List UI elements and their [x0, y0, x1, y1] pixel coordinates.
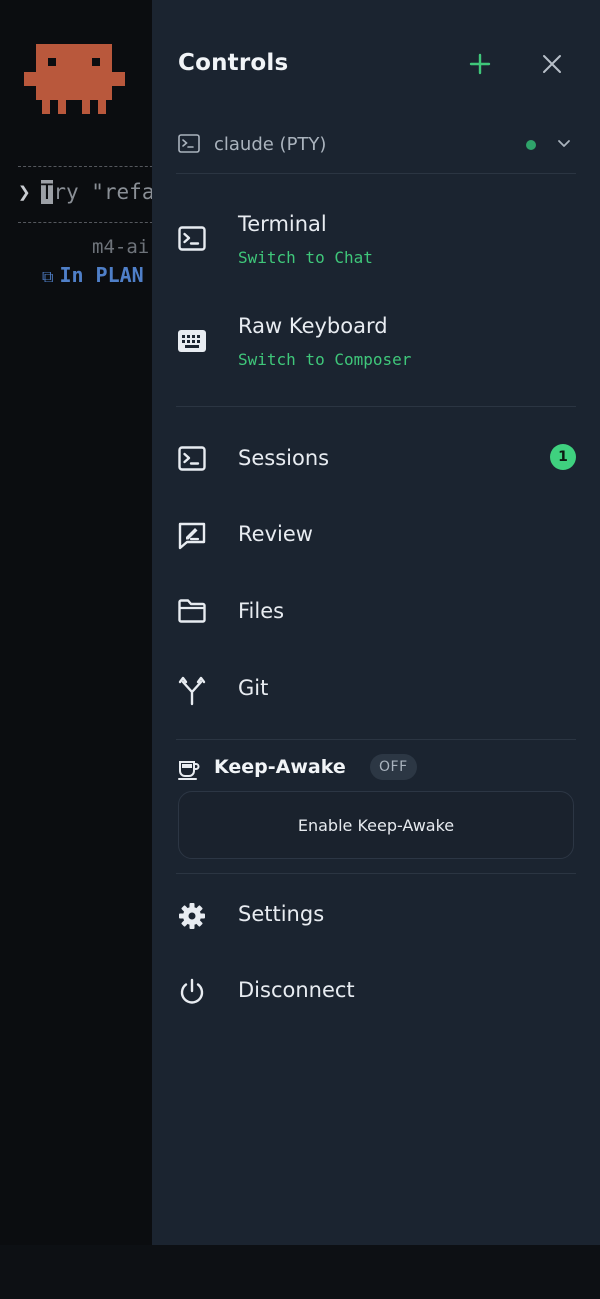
power-icon	[180, 978, 204, 1004]
mode-title: Terminal	[238, 212, 327, 236]
nav-label: Files	[238, 599, 285, 623]
drawer-title: Controls	[178, 50, 289, 76]
divider	[176, 873, 576, 874]
terminal-cursor: T	[40, 180, 54, 204]
close-button[interactable]	[536, 48, 568, 80]
nav-label: Disconnect	[238, 978, 355, 1002]
keep-awake-title: Keep-Awake	[214, 756, 346, 778]
gear-icon	[179, 903, 205, 929]
mode-subtitle: Switch to Chat	[238, 248, 373, 267]
keyboard-icon	[178, 330, 206, 352]
mascot-icon	[24, 44, 125, 114]
divider	[176, 406, 576, 407]
mode-terminal[interactable]: Terminal Switch to Chat	[178, 212, 574, 272]
prompt-chevron: ❯	[18, 180, 31, 204]
terminal-mode-indicator: ⧉ In PLAN	[42, 263, 144, 287]
nav-label: Sessions	[238, 446, 330, 470]
terminal-prompt: ❯ Try "refa	[18, 180, 152, 204]
plus-icon	[469, 53, 491, 75]
coffee-cup-icon	[178, 761, 200, 780]
bottom-bar	[0, 1245, 600, 1299]
terminal-mode-text: In PLAN	[59, 263, 144, 287]
divider	[176, 739, 576, 740]
add-session-button[interactable]	[464, 48, 496, 80]
terminal-icon	[178, 226, 206, 251]
session-name: claude (PTY)	[214, 134, 327, 155]
divider	[176, 173, 576, 174]
nav-files[interactable]: Files	[178, 593, 574, 633]
nav-git[interactable]: Git	[178, 670, 574, 710]
close-icon	[543, 55, 561, 73]
nav-settings[interactable]: Settings	[178, 896, 574, 936]
chevron-down-icon	[558, 140, 570, 147]
keep-awake-status-badge: OFF	[370, 754, 417, 780]
session-selector[interactable]: claude (PTY)	[178, 128, 574, 162]
terminal-icon	[178, 134, 200, 153]
keep-awake-header: Keep-Awake OFF	[178, 754, 574, 786]
terminal-divider	[18, 166, 152, 167]
git-branch-icon	[178, 676, 206, 706]
terminal-background: ❯ Try "refa m4-ai ⧉ In PLAN	[0, 0, 152, 1245]
nav-review[interactable]: Review	[178, 516, 574, 556]
sessions-count-badge: 1	[550, 444, 576, 470]
nav-label: Settings	[238, 902, 325, 926]
review-icon	[178, 522, 206, 550]
nav-label: Review	[238, 522, 313, 546]
nav-disconnect[interactable]: Disconnect	[178, 972, 574, 1012]
nav-label: Git	[238, 676, 269, 700]
copy-icon: ⧉	[42, 267, 54, 286]
folder-icon	[178, 599, 206, 623]
terminal-divider	[18, 222, 152, 223]
terminal-icon	[178, 446, 206, 471]
prompt-text: ry "refa	[53, 180, 152, 204]
enable-keep-awake-button[interactable]: Enable Keep-Awake	[178, 791, 574, 859]
mode-title: Raw Keyboard	[238, 314, 388, 338]
controls-drawer: Controls claude (PTY) Terminal Switch to…	[152, 0, 600, 1245]
session-status-dot	[526, 140, 536, 150]
terminal-model-text: m4-ai	[92, 236, 150, 258]
mode-raw-keyboard[interactable]: Raw Keyboard Switch to Composer	[178, 314, 574, 374]
nav-sessions[interactable]: Sessions 1	[178, 440, 576, 480]
mode-subtitle: Switch to Composer	[238, 350, 412, 369]
